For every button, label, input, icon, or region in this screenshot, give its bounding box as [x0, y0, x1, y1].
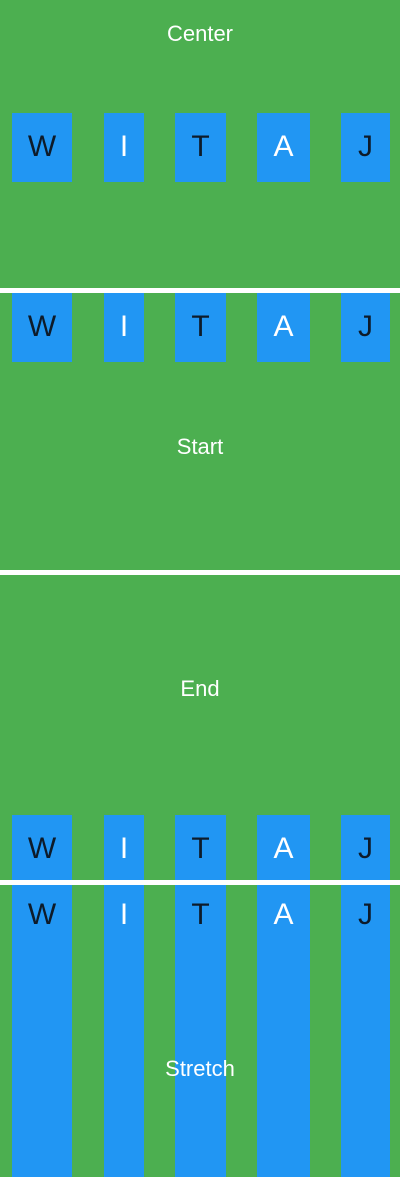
start-title: Start [176, 434, 224, 459]
center-tile-row: W I T A J [0, 113, 400, 182]
tile-label: A [273, 310, 294, 343]
tile-label: T [191, 898, 210, 931]
tile-label: A [273, 898, 294, 931]
tile-label: T [191, 130, 210, 163]
tile-w: W [12, 113, 72, 182]
tile-t: T [175, 113, 226, 182]
start-panel: W I T A J Start [0, 293, 400, 570]
tile-a: A [257, 885, 310, 1177]
stretch-panel: W I T A J Stretch [0, 885, 400, 1177]
tile-label: I [119, 832, 129, 865]
tile-j: J [341, 885, 390, 1177]
tile-label: T [191, 310, 210, 343]
tile-t: T [175, 293, 226, 362]
tile-label: W [27, 130, 57, 163]
tile-label: W [27, 898, 57, 931]
tile-a: A [257, 815, 310, 880]
tile-j: J [341, 815, 390, 880]
tile-label: J [358, 898, 373, 931]
tile-label: A [273, 130, 294, 163]
tile-i: I [104, 815, 144, 880]
tile-label: I [119, 130, 129, 163]
center-title: Center [166, 21, 234, 46]
align-items-demo: Center W I T A J W I T A J Start End W I… [0, 0, 400, 1177]
tile-i: I [104, 113, 144, 182]
tile-label: A [273, 832, 294, 865]
tile-label: I [119, 898, 129, 931]
tile-i: I [104, 293, 144, 362]
end-tile-row: W I T A J [0, 815, 400, 880]
center-panel: Center W I T A J [0, 0, 400, 288]
tile-w: W [12, 885, 72, 1177]
tile-i: I [104, 885, 144, 1177]
tile-label: J [358, 832, 373, 865]
tile-w: W [12, 293, 72, 362]
tile-a: A [257, 113, 310, 182]
tile-t: T [175, 815, 226, 880]
tile-label: T [191, 832, 210, 865]
stretch-title: Stretch [165, 1056, 235, 1081]
tile-label: J [358, 130, 373, 163]
end-panel: End W I T A J [0, 575, 400, 880]
tile-a: A [257, 293, 310, 362]
tile-t: T [175, 885, 226, 1177]
tile-w: W [12, 815, 72, 880]
start-tile-row: W I T A J [0, 293, 400, 362]
stretch-tile-row: W I T A J [0, 885, 400, 1177]
tile-label: J [358, 310, 373, 343]
end-title: End [180, 676, 220, 701]
tile-label: W [27, 832, 57, 865]
tile-j: J [341, 113, 390, 182]
tile-label: W [27, 310, 57, 343]
tile-j: J [341, 293, 390, 362]
tile-label: I [119, 310, 129, 343]
